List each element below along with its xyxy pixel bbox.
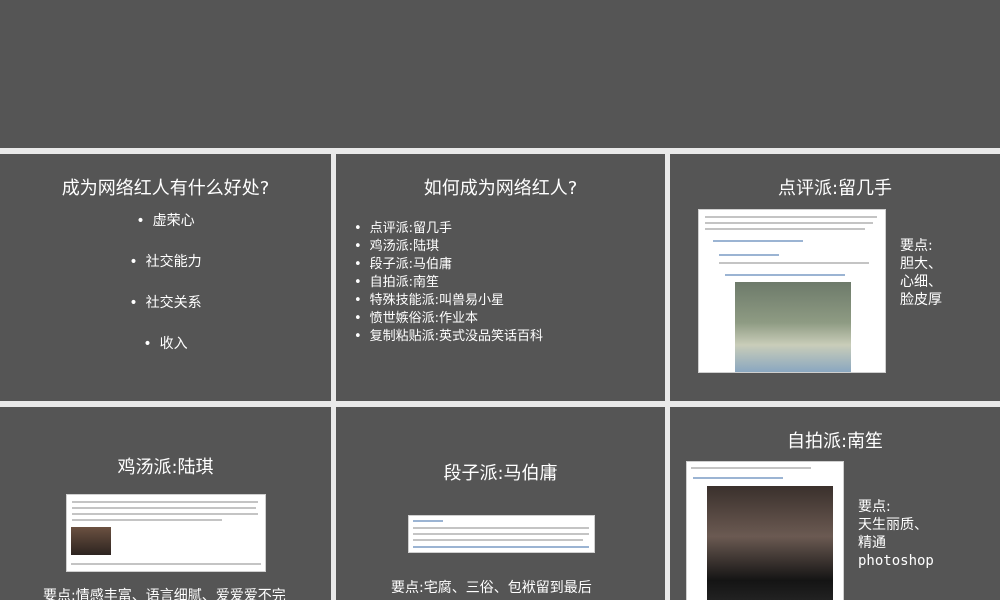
embedded-photo: [735, 282, 851, 372]
weibo-screenshot: [686, 461, 844, 600]
weibo-screenshot: [408, 515, 595, 553]
embedded-photo: [707, 486, 833, 600]
key-points: 要点:情感丰富、语言细腻、爱爱爱不完: [43, 588, 286, 600]
top-banner: [0, 0, 1000, 148]
benefits-list: • 虚荣心 • 社交能力 • 社交关系 • 收入: [0, 210, 331, 374]
list-item: • 虚荣心: [136, 213, 195, 229]
embedded-photo: [71, 527, 111, 555]
text-line: [705, 222, 873, 224]
slide-how-to[interactable]: 如何成为网络红人? • 点评派:留几手 • 鸡汤派:陆琪 • 段子派:马伯庸 • 自拍派…: [336, 154, 665, 401]
bullet-icon: •: [354, 239, 362, 254]
bullet-icon: •: [136, 213, 145, 229]
text-line: [72, 513, 258, 515]
bullet-icon: •: [354, 221, 362, 236]
bullet-icon: •: [354, 311, 362, 326]
text-line: [72, 507, 256, 509]
meta-line: [413, 546, 589, 548]
list-item: • 特殊技能派:叫兽易小星: [354, 293, 505, 308]
bullet-icon: •: [129, 254, 138, 270]
slide-title: 段子派:马伯庸: [443, 463, 558, 484]
text-line: [705, 228, 865, 230]
text-line: [691, 467, 811, 469]
weibo-screenshot: [66, 494, 266, 572]
slide-title: 自拍派:南笙: [786, 431, 884, 452]
action-links: [693, 477, 783, 479]
slide-title: 鸡汤派:陆琪: [117, 457, 214, 478]
list-item: • 社交能力: [129, 254, 202, 270]
repost-author: [719, 254, 779, 256]
text-line: [413, 527, 589, 529]
slide-chicken-soup-style[interactable]: 鸡汤派:陆琪 要点:情感丰富、语言细腻、爱爱爱不完: [0, 407, 331, 600]
text-line: [719, 262, 869, 264]
slide-benefits[interactable]: 成为网络红人有什么好处? • 虚荣心 • 社交能力 • 社交关系 • 收入: [0, 154, 331, 401]
list-item: • 段子派:马伯庸: [354, 257, 453, 272]
list-item: • 复制粘贴派:英式没品笑话百科: [354, 329, 544, 344]
bullet-icon: •: [354, 329, 362, 344]
action-links: [713, 240, 803, 242]
bullet-icon: •: [354, 293, 362, 308]
text-line: [72, 519, 222, 521]
bullet-icon: •: [354, 257, 362, 272]
text-line: [413, 533, 589, 535]
bullet-icon: •: [143, 336, 152, 352]
text-line: [413, 539, 583, 541]
bullet-icon: •: [129, 295, 138, 311]
key-points: 要点: 胆大、 心细、 脸皮厚: [900, 238, 942, 308]
weibo-screenshot: [698, 209, 886, 373]
author-name: [413, 520, 443, 522]
text-line: [705, 216, 877, 218]
slide-title: 成为网络红人有什么好处?: [61, 178, 270, 199]
text-line: [72, 501, 258, 503]
action-links: [725, 274, 845, 276]
meta-line: [71, 563, 261, 565]
list-item: • 自拍派:南笙: [354, 275, 440, 290]
list-item: • 鸡汤派:陆琪: [354, 239, 440, 254]
slide-critic-style[interactable]: 点评派:留几手 要点: 胆大、 心细、 脸皮厚: [670, 154, 1000, 401]
list-item: • 收入: [143, 336, 188, 352]
key-points: 要点: 天生丽质、 精通 photoshop: [858, 499, 934, 569]
list-item: • 社交关系: [129, 295, 202, 311]
slide-title: 如何成为网络红人?: [423, 178, 578, 199]
key-points: 要点:宅腐、三俗、包袱留到最后: [391, 580, 592, 596]
slide-title: 点评派:留几手: [777, 178, 893, 199]
slide-selfie-style[interactable]: 自拍派:南笙 要点: 天生丽质、 精通 photoshop: [670, 407, 1000, 600]
list-item: • 愤世嫉俗派:作业本: [354, 311, 479, 326]
slide-joke-style[interactable]: 段子派:马伯庸 要点:宅腐、三俗、包袱留到最后: [336, 407, 665, 600]
styles-list: • 点评派:留几手 • 鸡汤派:陆琪 • 段子派:马伯庸 • 自拍派:南笙 • 特殊技能派…: [354, 220, 543, 346]
bullet-icon: •: [354, 275, 362, 290]
list-item: • 点评派:留几手: [354, 221, 453, 236]
